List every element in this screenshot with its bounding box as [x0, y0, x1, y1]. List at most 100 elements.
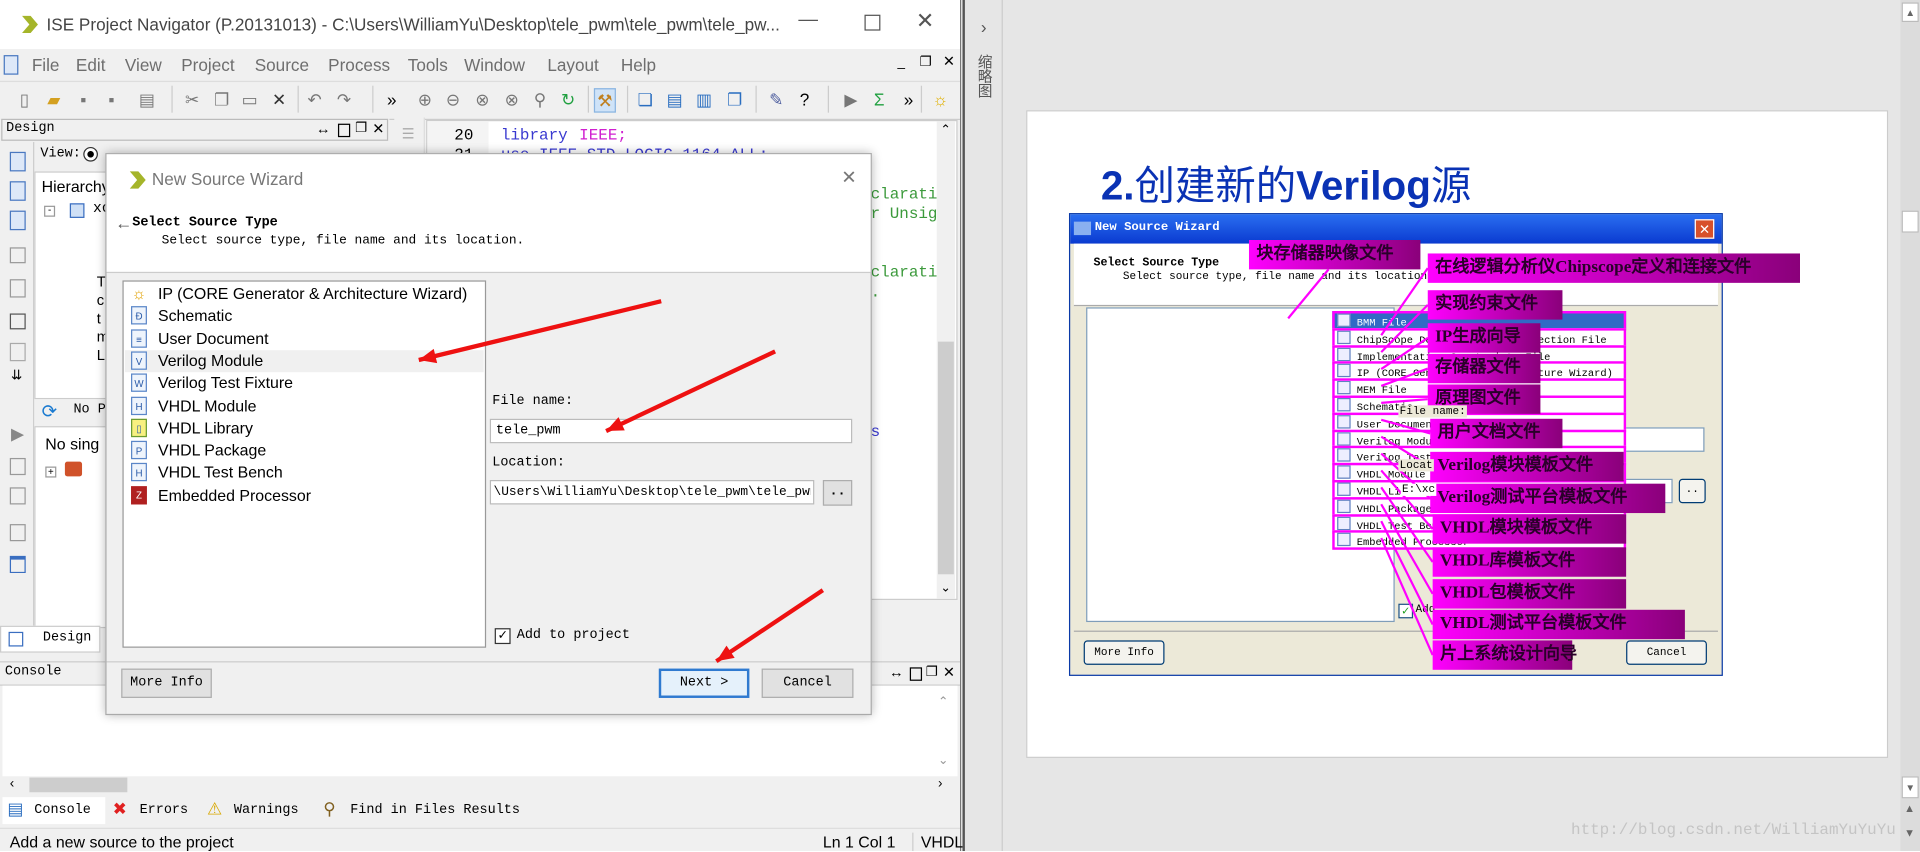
wrench-icon[interactable]: ✎: [767, 88, 787, 110]
tab-find-in-files-results[interactable]: ⚲ Find in Files Results: [318, 797, 526, 824]
refresh-icon[interactable]: ⟳: [42, 400, 57, 423]
scroll-down-icon[interactable]: ⌄: [940, 582, 950, 595]
print-icon[interactable]: ▤: [137, 88, 157, 110]
zoom-full-icon[interactable]: ⊗: [502, 88, 522, 110]
menu-window[interactable]: Window: [464, 55, 525, 75]
expand-more-icon[interactable]: ⇊: [11, 367, 22, 384]
process-c-icon[interactable]: [9, 524, 26, 542]
overflow-icon[interactable]: »: [899, 88, 919, 110]
source-type-item[interactable]: Ð Schematic: [125, 305, 484, 327]
mdi-minimize-icon[interactable]: _: [898, 55, 906, 70]
save-icon[interactable]: ▪: [73, 88, 93, 110]
cut-icon[interactable]: ✂: [182, 88, 202, 110]
process-a-icon[interactable]: [9, 457, 26, 476]
more-info-button[interactable]: More Info: [121, 668, 212, 698]
vertical-scrollbar[interactable]: ▲ ▼ ▲ ▼: [1900, 0, 1920, 852]
sidebar-toggle-icon[interactable]: ›: [981, 17, 987, 37]
minimize-icon[interactable]: —: [798, 10, 818, 32]
console-horizontal-scrollbar[interactable]: ‹ ›: [2, 776, 958, 794]
tab-errors[interactable]: ✖ Errors: [108, 797, 201, 824]
editor-vertical-scrollbar[interactable]: ⌃ ⌄: [936, 121, 956, 599]
help-icon[interactable]: ?: [795, 88, 815, 110]
source-type-item[interactable]: ☼ IP (CORE Generator & Architecture Wizar…: [125, 283, 484, 305]
add-copy-source-icon[interactable]: [9, 210, 26, 231]
menu-tools[interactable]: Tools: [408, 55, 448, 75]
menu-layout[interactable]: Layout: [547, 55, 598, 75]
tile-horizontal-icon[interactable]: ▤: [665, 88, 685, 110]
next-button[interactable]: Next >: [658, 668, 750, 698]
add-source-icon[interactable]: [9, 181, 26, 201]
overflow-icon[interactable]: »: [382, 88, 402, 110]
open-icon[interactable]: ▰: [44, 88, 64, 110]
menu-view[interactable]: View: [125, 55, 162, 75]
float-panel-icon[interactable]: ❐: [926, 664, 938, 680]
file-name-input[interactable]: [489, 418, 853, 444]
mdi-restore-icon[interactable]: ❐: [920, 54, 932, 70]
close-icon[interactable]: ✕: [916, 9, 934, 35]
source-type-item[interactable]: ▯ VHDL Library: [125, 417, 484, 439]
maximize-icon[interactable]: [864, 14, 881, 31]
menu-source[interactable]: Source: [255, 55, 309, 75]
menu-file[interactable]: File: [32, 55, 60, 75]
check-icon[interactable]: [9, 342, 26, 362]
float-panel-icon[interactable]: ❐: [355, 120, 367, 136]
previous-page-icon[interactable]: ▲: [1904, 802, 1915, 814]
zoom-in-icon[interactable]: ⊕: [415, 88, 435, 110]
source-type-item[interactable]: V Verilog Module: [124, 350, 484, 373]
tab-console[interactable]: ▤ Console: [2, 797, 106, 825]
menu-edit[interactable]: Edit: [76, 55, 106, 75]
scroll-down-icon[interactable]: ▼: [1901, 776, 1919, 799]
scroll-track[interactable]: [937, 341, 954, 575]
expand-icon[interactable]: +: [45, 466, 57, 478]
scroll-up-icon[interactable]: ▲: [1901, 2, 1919, 23]
new-source-icon[interactable]: [9, 151, 26, 172]
cascade-icon[interactable]: ❏: [636, 88, 656, 110]
next-page-icon[interactable]: ▼: [1904, 827, 1915, 839]
scroll-right-icon[interactable]: ›: [938, 776, 942, 791]
menu-project[interactable]: Project: [181, 55, 234, 75]
menu-process[interactable]: Process: [328, 55, 390, 75]
scroll-thumb[interactable]: [29, 777, 128, 793]
cancel-button[interactable]: Cancel: [761, 668, 854, 698]
sigma-icon[interactable]: Σ: [869, 88, 889, 110]
source-type-item[interactable]: P VHDL Package: [125, 440, 484, 462]
design-tab[interactable]: Design: [0, 625, 101, 653]
source-type-item[interactable]: H VHDL Module: [125, 395, 484, 417]
design-tool-icon[interactable]: ⚒: [593, 88, 616, 113]
new-file-icon[interactable]: ▯: [15, 88, 35, 110]
panel-layout-icon[interactable]: [9, 555, 26, 574]
dock-arrows-icon[interactable]: ↔: [316, 120, 331, 137]
source-type-item[interactable]: W Verilog Test Fixture: [125, 372, 484, 394]
browse-button[interactable]: ..: [822, 480, 853, 506]
scroll-up-icon[interactable]: ⌃: [938, 696, 948, 709]
dock-arrows-icon[interactable]: ↔: [889, 664, 904, 681]
scroll-left-icon[interactable]: ‹: [10, 776, 14, 791]
find-icon[interactable]: ⚲: [530, 88, 550, 110]
zoom-fit-icon[interactable]: ⊗: [473, 88, 493, 110]
zoom-out-icon[interactable]: ⊖: [443, 88, 463, 110]
copy-icon[interactable]: ❐: [212, 88, 232, 110]
maximize-panel-icon[interactable]: [337, 123, 351, 138]
undo-icon[interactable]: ↶: [305, 88, 325, 110]
tab-warnings[interactable]: ⚠ Warnings: [202, 797, 317, 824]
tile-vertical-icon[interactable]: ▥: [694, 88, 714, 110]
module-icon[interactable]: [9, 247, 26, 264]
mdi-close-icon[interactable]: ✕: [943, 53, 955, 70]
redo-icon[interactable]: ↷: [334, 88, 354, 110]
back-arrow-icon[interactable]: ←: [115, 213, 132, 233]
window-icon[interactable]: ❐: [725, 88, 745, 110]
source-type-list[interactable]: ☼ IP (CORE Generator & Architecture Wizar…: [122, 280, 487, 648]
thumbnail-label[interactable]: 缩略图: [976, 54, 993, 98]
scroll-down-icon[interactable]: ⌄: [938, 754, 948, 767]
dialog-close-icon[interactable]: ✕: [841, 167, 856, 189]
collapse-icon[interactable]: -: [44, 205, 56, 217]
scroll-thumb[interactable]: [1901, 210, 1919, 233]
source-type-item[interactable]: H VHDL Test Bench: [125, 462, 484, 484]
menu-help[interactable]: Help: [621, 55, 656, 75]
paste-icon[interactable]: ▭: [240, 88, 260, 110]
timing-icon[interactable]: [9, 313, 26, 330]
close-panel-icon[interactable]: ✕: [372, 120, 384, 137]
close-panel-icon[interactable]: ✕: [943, 664, 955, 681]
bulb-icon[interactable]: ☼: [931, 88, 951, 110]
process-b-icon[interactable]: [9, 487, 26, 505]
